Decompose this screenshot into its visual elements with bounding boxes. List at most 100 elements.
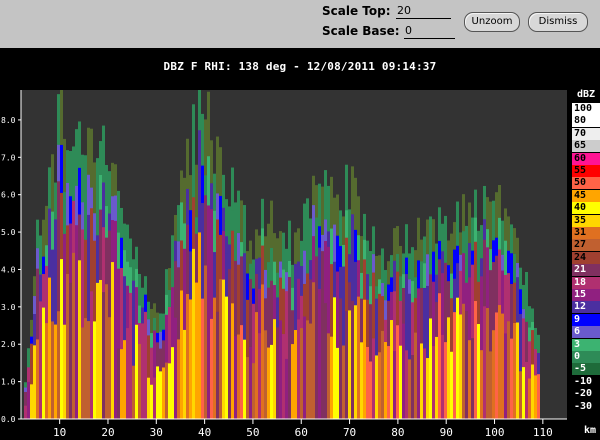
x-tick-label: 60 (295, 426, 308, 439)
echo-core (309, 323, 312, 419)
echo-core (372, 338, 375, 419)
echo-core (528, 378, 531, 419)
echo-core (357, 296, 360, 419)
echo-core (174, 317, 177, 419)
echo-core (120, 349, 123, 419)
echo-core (339, 298, 342, 419)
echo-core (330, 336, 333, 419)
echo-core (537, 374, 540, 419)
echo-core (171, 347, 174, 419)
echo-core (78, 260, 81, 419)
legend-label: 24 (574, 251, 587, 263)
echo-core (441, 334, 444, 419)
echo-core (459, 314, 462, 419)
echo-core (411, 355, 414, 419)
echo-core (159, 371, 162, 419)
echo-core (252, 363, 255, 419)
echo-core (489, 351, 492, 419)
echo-core (168, 363, 171, 419)
echo-core (90, 291, 93, 419)
echo-core (285, 358, 288, 419)
echo-core (324, 303, 327, 419)
scale-top-input[interactable]: 20 (396, 4, 451, 19)
echo-core (60, 259, 63, 419)
echo-core (48, 277, 51, 419)
echo-core (123, 340, 126, 419)
unzoom-button[interactable]: Unzoom (464, 12, 520, 32)
legend-label: -30 (574, 400, 593, 412)
echo-core (138, 343, 141, 419)
echo-core (57, 311, 60, 419)
echo-core (393, 351, 396, 419)
legend-label: 50 (574, 177, 587, 189)
echo-core (471, 338, 474, 419)
echo-core (279, 320, 282, 419)
echo-core (534, 375, 537, 419)
echo-core (42, 307, 45, 419)
echo-core (294, 330, 297, 419)
echo-core (363, 299, 366, 419)
legend-label: 45 (574, 189, 587, 201)
echo-core (444, 342, 447, 419)
echo-core (75, 327, 78, 419)
echo-core (447, 317, 450, 419)
echo-core (210, 318, 213, 419)
echo-core (501, 313, 504, 419)
x-tick-label: 30 (150, 426, 163, 439)
echo-core (189, 299, 192, 419)
echo-core (300, 328, 303, 419)
y-tick-label: 6.0 (1, 191, 16, 200)
x-tick-label: 110 (533, 426, 553, 439)
echo-core (327, 333, 330, 419)
echo-core (507, 321, 510, 419)
echo-core (435, 336, 438, 419)
rhi-plot[interactable]: 10 20 30 40 50 60 70 80 90 100 110 0.0 1.0 2.0 3.0 4.0… (0, 84, 570, 440)
echo-core (126, 328, 129, 419)
echo-core (237, 334, 240, 419)
echo-core (198, 232, 201, 419)
echo-core (207, 261, 210, 419)
echo-core (477, 324, 480, 419)
y-tick-label: 8.0 (1, 116, 16, 125)
x-tick-label: 20 (101, 426, 114, 439)
echo-core (420, 343, 423, 419)
echo-core (183, 329, 186, 419)
dismiss-button[interactable]: Dismiss (528, 12, 588, 32)
echo-core (273, 319, 276, 419)
y-tick-label: 3.0 (1, 303, 16, 312)
echo-core (513, 322, 516, 419)
legend-label: 70 (574, 127, 587, 139)
echo-core (348, 310, 351, 419)
echo-core (180, 290, 183, 419)
legend-unit: dBZ (577, 89, 596, 100)
echo-core (492, 330, 495, 419)
legend-label: 31 (574, 227, 587, 238)
legend-label: 3 (574, 338, 581, 350)
echo-core (99, 279, 102, 419)
echo-core (510, 338, 513, 419)
echo-core (246, 357, 249, 419)
echo-core (144, 333, 147, 419)
echo-core (306, 320, 309, 419)
echo-core (51, 321, 54, 419)
echo-core (282, 334, 285, 419)
echo-core (417, 343, 420, 419)
x-tick-label: 100 (485, 426, 505, 439)
echo-core (315, 324, 318, 419)
echo-core (267, 347, 270, 419)
echo-core (162, 367, 165, 419)
legend-label: 55 (574, 165, 587, 176)
echo-core (384, 342, 387, 419)
echo-core (54, 324, 57, 419)
echo-core (432, 346, 435, 419)
echo-core (369, 361, 372, 419)
echo-core (351, 300, 354, 419)
echo-core (234, 336, 237, 419)
echo-core (399, 345, 402, 419)
echo-core (219, 279, 222, 419)
plot-title: DBZ F RHI: 138 deg - 12/08/2011 09:14:37 (163, 60, 437, 73)
echo-core (150, 384, 153, 419)
echo-core (105, 284, 108, 419)
echo-core (318, 288, 321, 419)
scale-base-input[interactable]: 0 (404, 24, 455, 39)
